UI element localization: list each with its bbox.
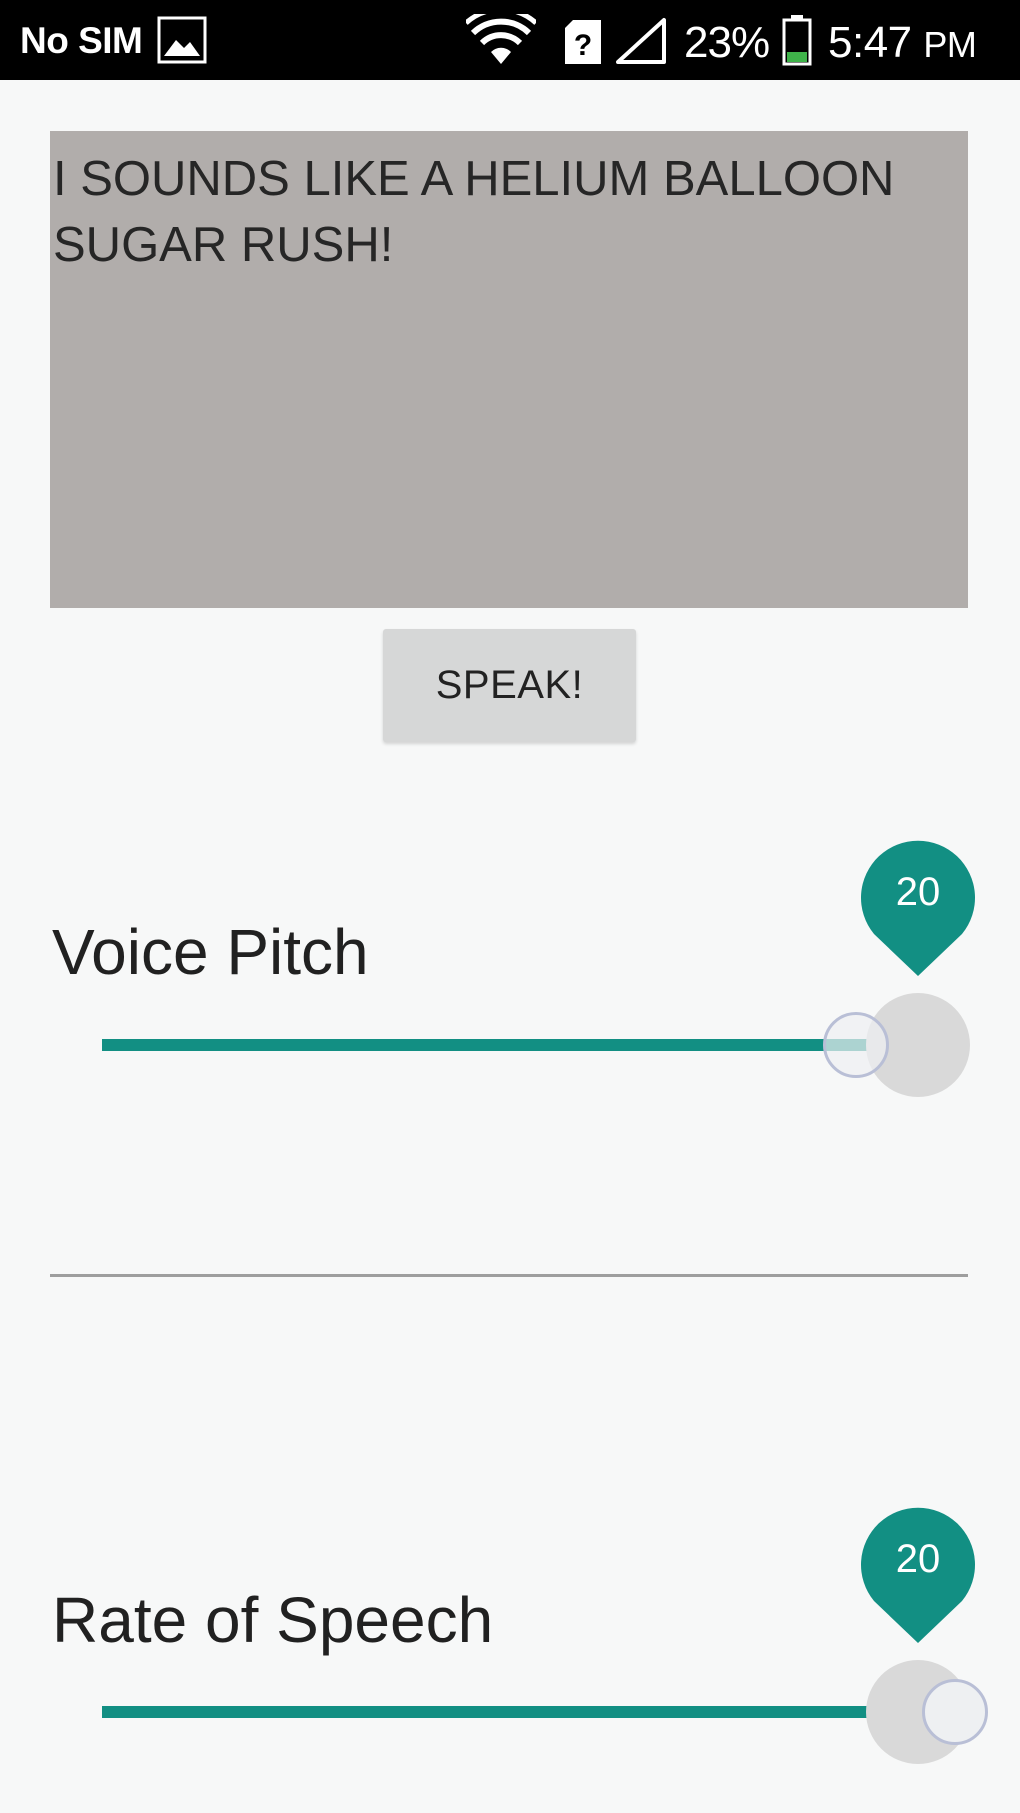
- divider: [50, 1274, 968, 1277]
- voice-pitch-slider[interactable]: [0, 990, 1020, 1100]
- clock: 5:47 PM: [828, 18, 977, 68]
- rate-of-speech-value-bubble: 20: [860, 1507, 976, 1643]
- wifi-icon: [466, 14, 536, 64]
- voice-pitch-value-bubble: 20: [860, 840, 976, 976]
- voice-pitch-label: Voice Pitch: [52, 916, 369, 988]
- rate-of-speech-track[interactable]: [102, 1706, 918, 1718]
- clock-ampm: PM: [923, 24, 977, 65]
- sim-unknown-icon: ?: [565, 20, 601, 64]
- rate-of-speech-value: 20: [895, 1537, 941, 1581]
- voice-pitch-thumb[interactable]: [823, 1012, 889, 1078]
- rate-of-speech-thumb[interactable]: [922, 1679, 988, 1745]
- gallery-icon: [157, 16, 207, 64]
- voice-pitch-track[interactable]: [102, 1039, 918, 1051]
- signal-icon: [616, 18, 666, 64]
- carrier-label: No SIM: [20, 20, 143, 61]
- battery-icon: [782, 15, 812, 66]
- rate-of-speech-slider[interactable]: [0, 1657, 1020, 1767]
- speech-text-input[interactable]: I SOUNDS LIKE A HELIUM BALLOON SUGAR RUS…: [50, 131, 968, 608]
- rate-of-speech-label: Rate of Speech: [52, 1584, 494, 1656]
- status-bar: No SIM ? 23% 5:47 PM: [0, 0, 1020, 80]
- svg-text:?: ?: [574, 29, 592, 62]
- voice-pitch-value: 20: [895, 870, 941, 914]
- speak-button[interactable]: SPEAK!: [383, 629, 636, 742]
- battery-percent: 23%: [684, 18, 770, 67]
- clock-time: 5:47: [828, 18, 912, 67]
